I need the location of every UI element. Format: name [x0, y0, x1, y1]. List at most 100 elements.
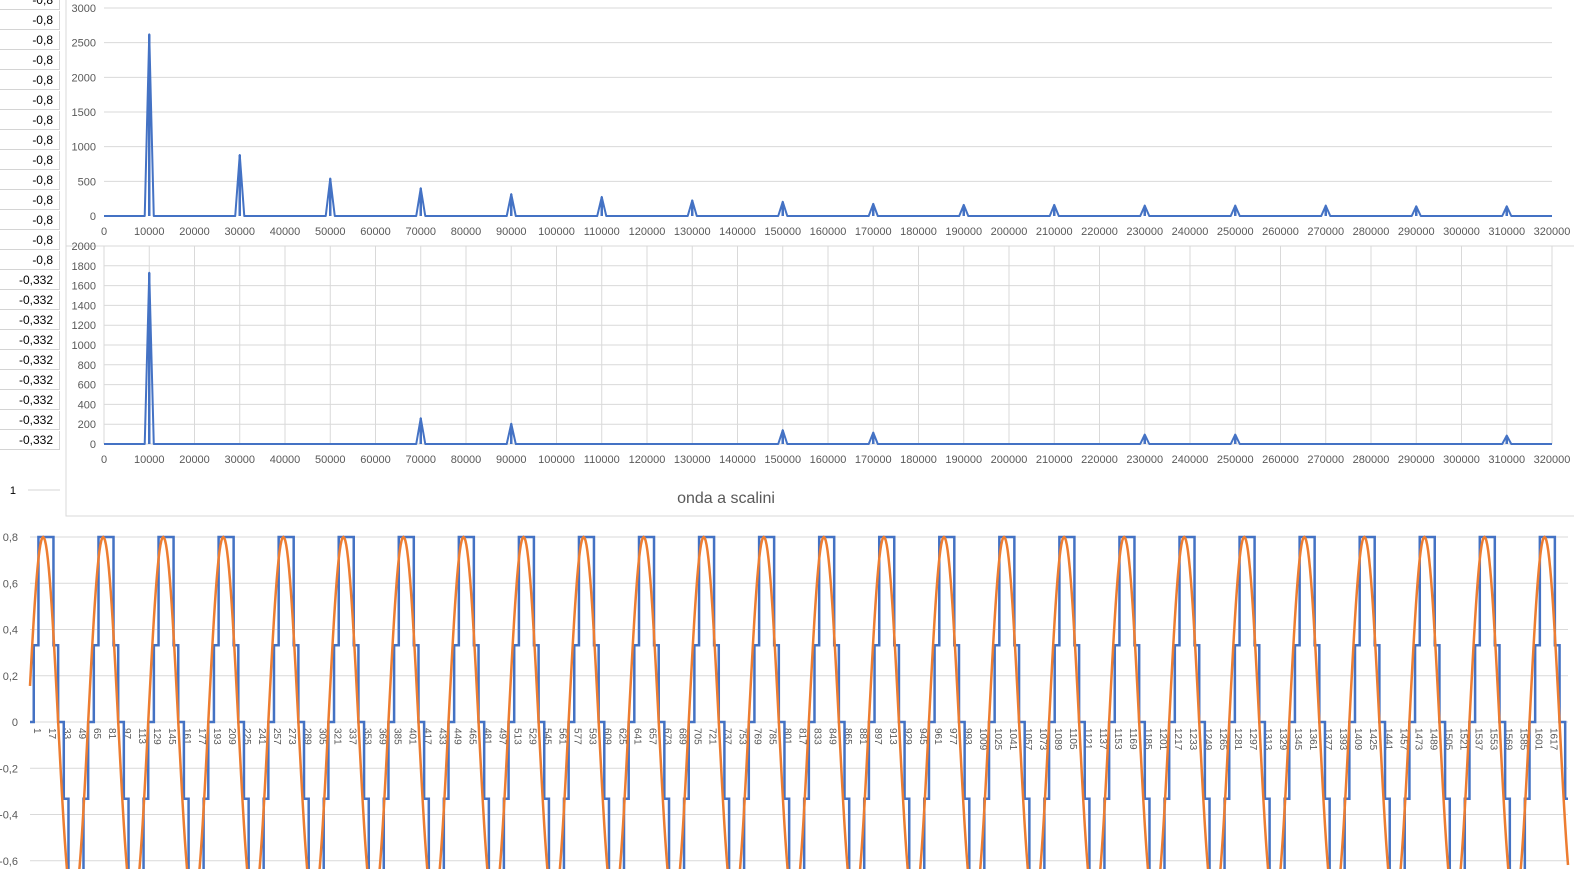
y-tick-label: -0,6 [0, 856, 18, 868]
x-tick-label: 369 [376, 728, 387, 745]
x-tick-label: 100000 [538, 226, 575, 238]
x-tick-label: 0 [101, 226, 107, 238]
x-tick-label: 230000 [1126, 226, 1163, 238]
x-tick-label: 209 [226, 728, 237, 745]
x-tick-label: 177 [196, 728, 207, 745]
x-tick-label: 337 [346, 728, 357, 745]
y-tick-label: 0,2 [3, 671, 18, 683]
x-tick-label: 60000 [360, 454, 391, 466]
x-tick-label: 513 [511, 728, 522, 745]
x-tick-label: 1233 [1187, 728, 1198, 751]
x-tick-label: 170000 [855, 454, 892, 466]
x-tick-label: 913 [887, 728, 898, 745]
x-tick-label: 90000 [496, 454, 527, 466]
x-tick-label: 1153 [1112, 728, 1123, 750]
x-tick-label: 465 [466, 728, 477, 745]
spectrum-chart-1[interactable]: 0500100015002000250030000 10000 20000 30000… [65, 0, 1574, 247]
x-tick-label: 1409 [1352, 728, 1363, 751]
chart-title: onda a scalini [677, 490, 775, 507]
x-tick-label: 190000 [945, 226, 982, 238]
x-tick-label: 961 [932, 728, 943, 745]
charts-canvas: 0500100015002000250030000 10000 20000 30000… [0, 0, 1574, 869]
x-tick-label: 705 [692, 728, 703, 745]
x-tick-label: 230000 [1126, 454, 1163, 466]
x-tick-label: 20000 [179, 454, 210, 466]
y-tick-label: 400 [78, 399, 96, 411]
y-tick-label: 1000 [72, 142, 96, 154]
y-tick-label: 3000 [72, 3, 96, 15]
staircase-series-line [30, 535, 1568, 869]
x-tick-label: 1105 [1067, 728, 1078, 750]
x-tick-label: 220000 [1081, 226, 1118, 238]
sine-series-line [28, 535, 1570, 869]
x-tick-label: 401 [406, 728, 417, 745]
x-tick-label: 320000 [1534, 454, 1571, 466]
x-tick-label: 385 [391, 728, 402, 745]
x-tick-label: 40000 [270, 226, 301, 238]
x-tick-label: 1521 [1457, 728, 1468, 751]
x-tick-label: 849 [827, 728, 838, 745]
x-tick-label: 210000 [1036, 454, 1073, 466]
x-tick-label: 270000 [1307, 226, 1344, 238]
x-tick-label: 641 [632, 728, 643, 745]
y-tick-label: 0,4 [3, 625, 18, 637]
x-tick-label: 593 [587, 728, 598, 745]
x-tick-label: 290000 [1398, 454, 1435, 466]
y-tick-label: 2000 [72, 72, 96, 84]
step-wave-chart[interactable]: 0,80,60,40,20-0,2-0,4-0,61 17 33 49 65 81 97 11… [0, 490, 1570, 869]
chart-frame [65, 0, 1574, 247]
x-tick-label: 1169 [1127, 728, 1138, 750]
x-tick-label: 449 [451, 728, 462, 745]
x-tick-label: 1073 [1037, 728, 1048, 751]
y-tick-label: 1500 [72, 107, 96, 119]
x-tick-label: 120000 [629, 454, 666, 466]
x-tick-label: 561 [556, 728, 567, 745]
x-tick-label: 129 [151, 728, 162, 745]
x-tick-label: 1089 [1052, 728, 1063, 751]
x-tick-label: 1041 [1007, 728, 1018, 751]
x-tick-label: 817 [797, 728, 808, 745]
x-tick-label: 250000 [1217, 226, 1254, 238]
x-tick-label: 320000 [1534, 226, 1571, 238]
x-tick-label: 100000 [538, 454, 575, 466]
x-tick-label: 529 [526, 728, 537, 745]
x-tick-label: 977 [947, 728, 958, 745]
x-tick-label: 60000 [360, 226, 391, 238]
x-tick-label: 130000 [674, 226, 711, 238]
x-tick-label: 1457 [1397, 728, 1408, 751]
x-tick-label: 90000 [496, 226, 527, 238]
x-tick-label: 81 [106, 728, 117, 740]
x-tick-label: 625 [617, 728, 628, 745]
x-tick-label: 945 [917, 728, 928, 745]
y-tick-label: 600 [78, 380, 96, 392]
x-tick-label: 897 [872, 728, 883, 745]
x-tick-label: 193 [211, 728, 222, 745]
x-tick-label: 140000 [719, 454, 756, 466]
y-tick-label: 2500 [72, 38, 96, 50]
x-tick-label: 120000 [629, 226, 666, 238]
x-tick-label: 1009 [977, 728, 988, 751]
x-tick-label: 30000 [224, 226, 255, 238]
x-tick-label: 130000 [674, 454, 711, 466]
x-tick-label: 210000 [1036, 226, 1073, 238]
x-tick-label: 110000 [584, 454, 620, 466]
x-tick-label: 140000 [719, 226, 756, 238]
x-tick-label: 1265 [1217, 728, 1228, 751]
x-tick-label: 300000 [1443, 454, 1480, 466]
x-tick-label: 1361 [1307, 728, 1318, 751]
x-tick-label: 497 [496, 728, 507, 745]
x-tick-label: 300000 [1443, 226, 1480, 238]
spectrum-chart-2[interactable]: 02004006008001000120014001600180020000 10… [65, 241, 1574, 517]
x-tick-label: 10000 [134, 454, 165, 466]
x-tick-label: 1345 [1292, 728, 1303, 751]
x-tick-label: 270000 [1307, 454, 1344, 466]
x-tick-label: 40000 [270, 454, 301, 466]
y-tick-label: 0,8 [3, 532, 18, 544]
x-tick-label: 80000 [451, 454, 482, 466]
x-tick-label: 310000 [1488, 226, 1525, 238]
x-tick-label: 785 [767, 728, 778, 745]
y-tick-label: 2000 [72, 241, 96, 253]
x-tick-label: 1217 [1172, 728, 1183, 751]
x-tick-label: 17 [46, 728, 57, 740]
x-tick-label: 257 [271, 728, 282, 745]
